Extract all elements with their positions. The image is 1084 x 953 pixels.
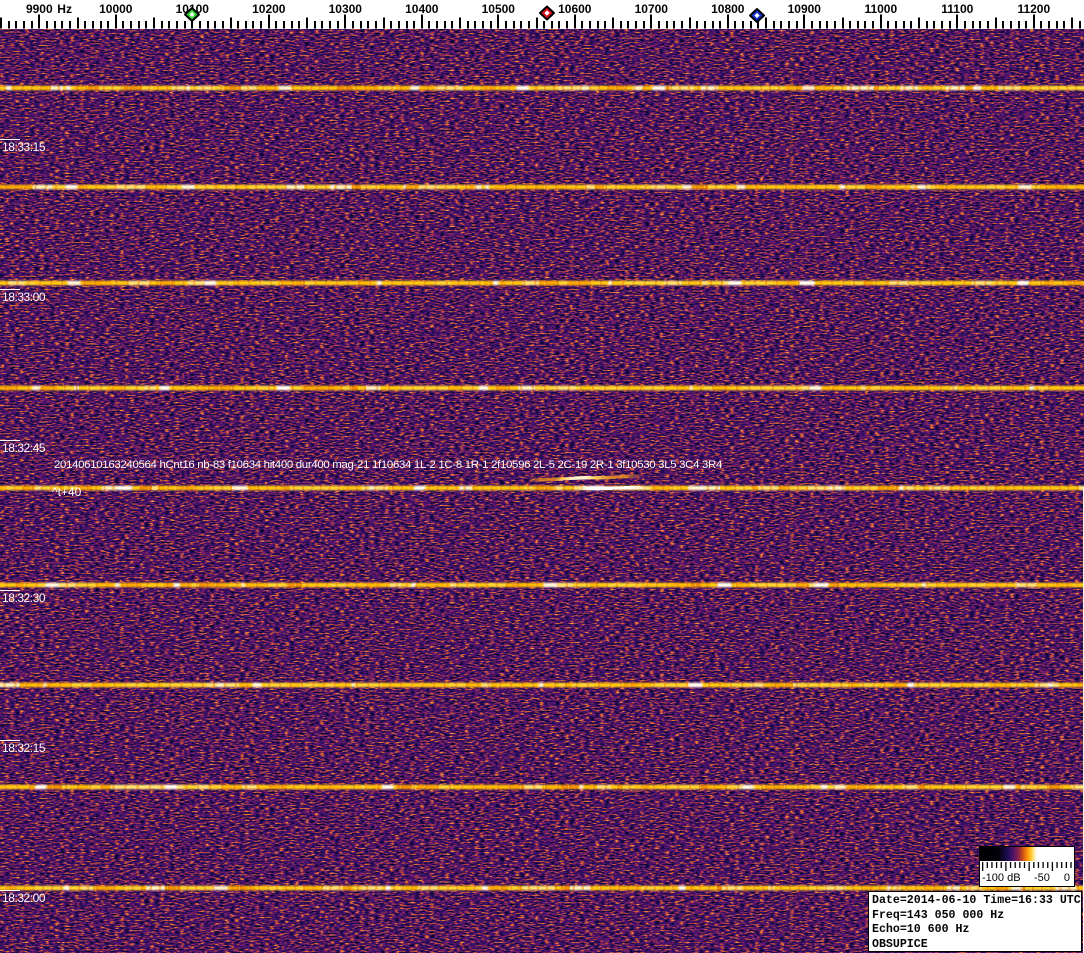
svg-text:Hz: Hz <box>57 2 72 16</box>
svg-text:11100: 11100 <box>941 2 973 16</box>
svg-text:10500: 10500 <box>482 2 516 16</box>
svg-text:10400: 10400 <box>405 2 439 16</box>
svg-text:10200: 10200 <box>252 2 286 16</box>
svg-text:10600: 10600 <box>558 2 592 16</box>
svg-text:9900: 9900 <box>26 2 53 16</box>
svg-text:11200: 11200 <box>1017 2 1050 16</box>
svg-text:10000: 10000 <box>99 2 133 16</box>
svg-text:10300: 10300 <box>329 2 363 16</box>
svg-text:10800: 10800 <box>711 2 745 16</box>
svg-text:10700: 10700 <box>635 2 669 16</box>
svg-text:11000: 11000 <box>864 2 897 16</box>
svg-text:10900: 10900 <box>788 2 822 16</box>
